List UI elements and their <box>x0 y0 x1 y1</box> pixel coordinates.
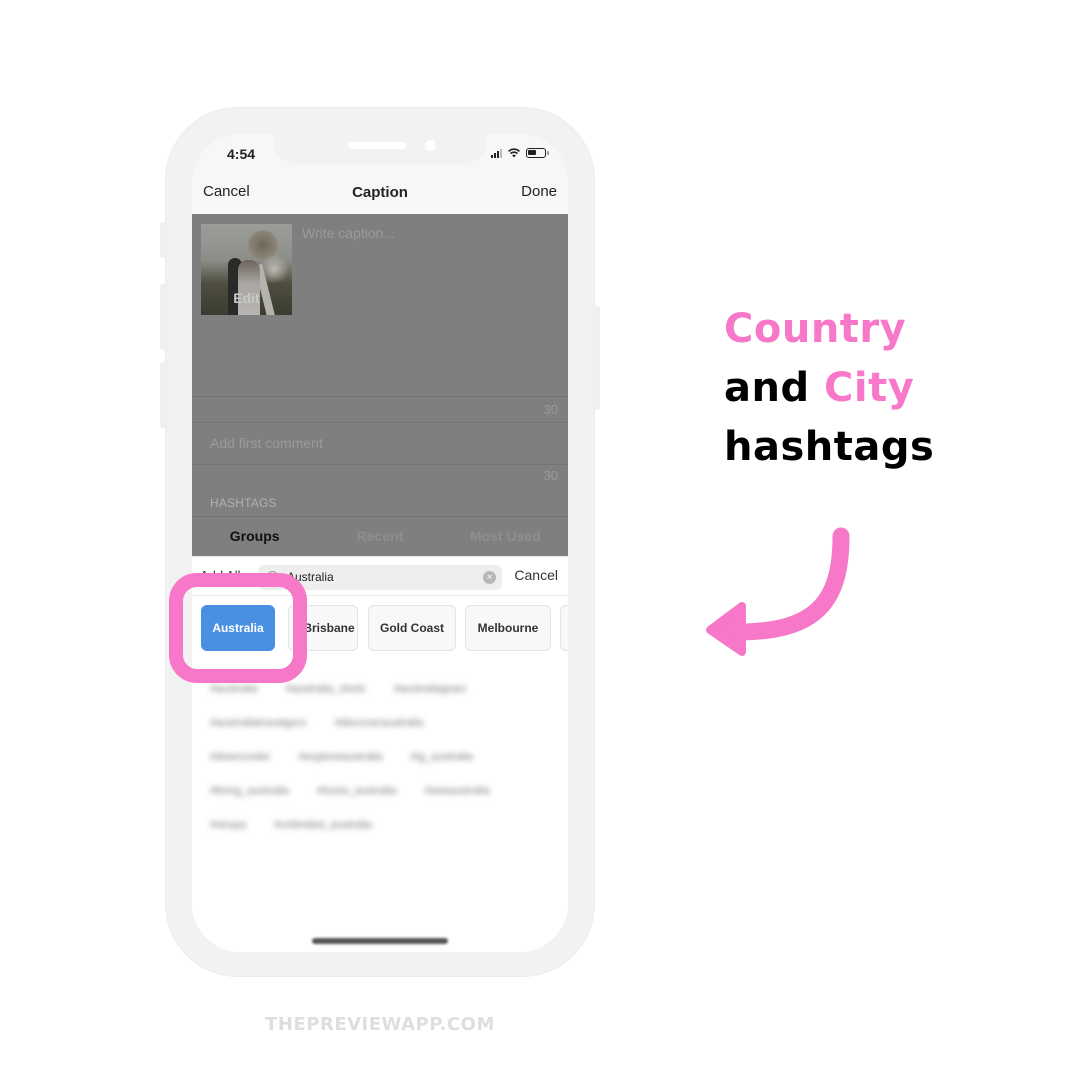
hashtag: #australiagram <box>393 683 467 695</box>
headline-country: Country <box>724 306 907 352</box>
page-title: Caption <box>352 184 408 201</box>
hashtag: #ig_australia <box>410 751 473 763</box>
hashtag: #exploreaustralia <box>298 751 383 763</box>
comment-hashtag-count: 30 <box>543 468 558 483</box>
hashtag: #unlimited_australia <box>274 819 372 831</box>
search-cancel-button[interactable]: Cancel <box>514 567 558 583</box>
group-chip-melbourne[interactable]: Melbourne <box>465 605 551 651</box>
phone-notch <box>274 134 486 164</box>
speaker-grille <box>348 142 406 149</box>
hashtag-row: #australiatravelguru #discoveraustralia <box>210 706 560 740</box>
thumbnail-edit-label: Edit <box>233 290 260 306</box>
hashtags-section-label: HASHTAGS <box>210 496 277 510</box>
hashtag-row: #living_australia #loves_australia #seea… <box>210 774 560 808</box>
blurred-hashtag-list: #australia #australia_shotz #australiagr… <box>210 672 560 842</box>
hashtag: #discoveraustralia <box>334 717 424 729</box>
hashtag: #australia_shotz <box>285 683 366 695</box>
phone-power-button <box>592 306 600 410</box>
divider <box>192 396 568 397</box>
wifi-icon <box>508 148 520 158</box>
headline-city: City <box>824 365 915 411</box>
hashtag: #australiatravelguru <box>210 717 307 729</box>
promo-headline: Country and City hashtags <box>724 300 934 477</box>
signal-icon <box>491 148 502 158</box>
home-indicator <box>312 938 448 944</box>
post-thumbnail[interactable]: Edit <box>201 224 292 315</box>
hashtag: #australia <box>210 683 258 695</box>
status-icons <box>491 148 549 158</box>
clear-icon[interactable]: × <box>483 571 496 584</box>
tab-most-used[interactable]: Most Used <box>443 516 568 556</box>
curved-arrow-icon <box>706 527 850 656</box>
group-chip-gold-coast[interactable]: Gold Coast <box>368 605 456 651</box>
headline-hashtags: hashtags <box>724 424 935 470</box>
group-chip-partial[interactable] <box>560 605 568 651</box>
caption-input[interactable]: Write caption... <box>302 225 395 241</box>
hashtag: #downunder <box>210 751 271 763</box>
headline-and: and <box>724 365 810 411</box>
pink-highlight-frame <box>169 573 307 683</box>
footer-brand: THEPREVIEWAPP.COM <box>265 1014 495 1035</box>
phone-mute-switch <box>160 222 168 258</box>
divider <box>192 464 568 465</box>
hashtag: #straya <box>210 819 247 831</box>
done-button[interactable]: Done <box>521 183 557 200</box>
divider <box>192 422 568 423</box>
hashtag: #loves_australia <box>316 785 397 797</box>
nav-bar: Cancel Caption Done <box>192 174 568 214</box>
phone-volume-up <box>160 284 168 350</box>
battery-icon <box>526 148 549 158</box>
hashtag-row: #downunder #exploreaustralia #ig_austral… <box>210 740 560 774</box>
hashtag-tabs: Groups Recent Most Used <box>192 516 568 556</box>
hashtag: #seeaustralia <box>424 785 490 797</box>
tab-groups[interactable]: Groups <box>192 516 317 556</box>
phone-screen: 4:54 Cancel Caption Done Edit Write capt… <box>192 134 568 952</box>
dimmed-caption-area: Edit Write caption... 30 Add first comme… <box>192 214 568 556</box>
hashtag: #living_australia <box>210 785 289 797</box>
caption-hashtag-count: 30 <box>543 402 558 417</box>
tab-recent[interactable]: Recent <box>317 516 442 556</box>
phone-volume-down <box>160 362 168 428</box>
hashtag-row: #straya #unlimited_australia <box>210 808 560 842</box>
first-comment-input[interactable]: Add first comment <box>210 435 323 451</box>
front-camera <box>425 140 436 151</box>
status-time: 4:54 <box>227 146 256 162</box>
